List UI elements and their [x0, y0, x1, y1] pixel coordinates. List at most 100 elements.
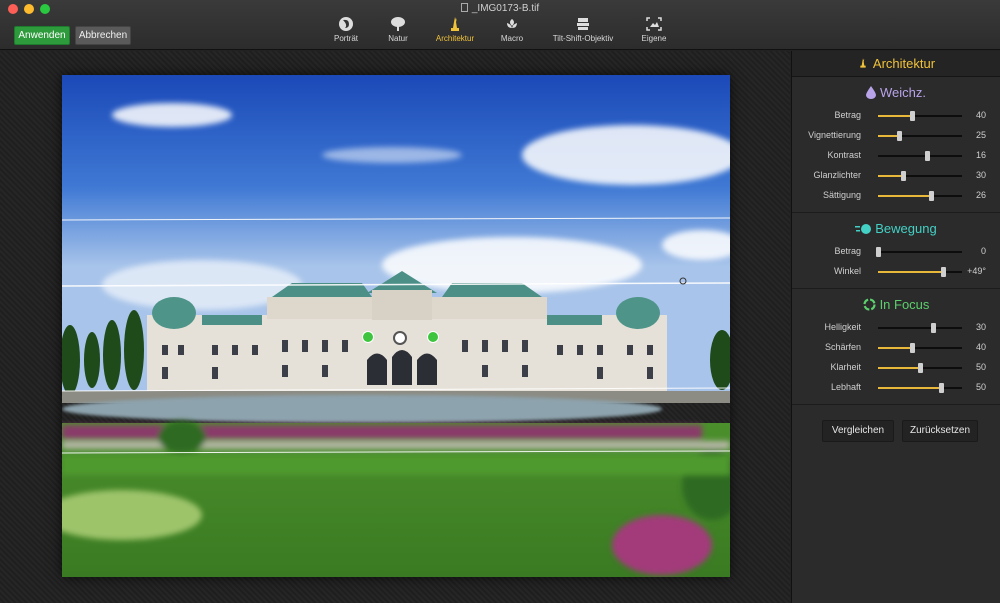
mode-label: Eigene — [641, 34, 667, 43]
slider-row: Klarheit 50 — [792, 358, 1000, 378]
custom-frame-icon — [646, 17, 662, 31]
slider-row: Glanzlichter 30 — [792, 166, 1000, 186]
slider-fill — [878, 367, 920, 369]
mode-macro[interactable]: Macro — [499, 16, 525, 43]
slider-thumb[interactable] — [939, 383, 944, 393]
reset-button[interactable]: Zurücksetzen — [902, 420, 978, 442]
slider-fill — [878, 135, 899, 137]
slider-thumb[interactable] — [918, 363, 923, 373]
mode-nature[interactable]: Natur — [385, 16, 411, 43]
panel-buttons: Vergleichen Zurücksetzen — [792, 405, 1000, 455]
slider-track[interactable] — [878, 363, 962, 373]
slider-thumb[interactable] — [876, 247, 881, 257]
slider-thumb[interactable] — [940, 267, 946, 277]
slider-value: 40 — [975, 110, 986, 120]
slider-row: Schärfen 40 — [792, 338, 1000, 358]
slider-value: 30 — [975, 322, 986, 332]
slider-thumb[interactable] — [901, 171, 907, 181]
slider-track[interactable] — [878, 131, 962, 141]
slider-row: Winkel +49° — [792, 262, 1000, 282]
mode-tilt-shift[interactable]: Tilt-Shift-Objektiv — [547, 16, 619, 43]
mode-architecture[interactable]: Architektur — [432, 16, 478, 43]
statue-icon — [451, 17, 459, 31]
mode-custom[interactable]: Eigene — [639, 16, 669, 43]
slider-label: Kontrast — [827, 150, 861, 160]
slider-label: Vignettierung — [808, 130, 861, 140]
panel-title-text: Architektur — [872, 56, 936, 71]
slider-label: Betrag — [834, 246, 861, 256]
mode-label: Macro — [500, 34, 524, 43]
slider-row: Sättigung 26 — [792, 186, 1000, 206]
slider-track[interactable] — [878, 191, 962, 201]
slider-label: Schärfen — [824, 342, 861, 352]
slider-track[interactable] — [878, 383, 962, 393]
slider-value: 0 — [980, 246, 986, 256]
mode-label: Natur — [388, 34, 408, 43]
slider-value: 16 — [975, 150, 986, 160]
slider-track[interactable] — [878, 111, 962, 121]
app-window: _IMG0173-B.tif Anwenden Abbrechen Porträ… — [0, 0, 1000, 603]
focus-icon — [862, 298, 876, 311]
section-title: Weichz. — [792, 85, 1000, 100]
slider-fill — [878, 387, 941, 389]
slider-row: Kontrast 16 — [792, 146, 1000, 166]
section-in-focus: In Focus Helligkeit 30 Schärfen 40 Klarheit 5… — [792, 289, 1000, 405]
slider-track[interactable] — [878, 151, 962, 161]
slider-track[interactable] — [878, 267, 962, 277]
slider-track[interactable] — [878, 323, 962, 333]
flower-icon — [507, 19, 517, 28]
section-title: Bewegung — [792, 221, 1000, 236]
slider-fill — [878, 195, 931, 197]
photo-preview[interactable] — [62, 75, 730, 577]
document-title-text: _IMG0173-B.tif — [471, 3, 540, 14]
slider-label: Winkel — [833, 266, 861, 276]
section-title-text: Weichz. — [880, 85, 926, 100]
slider-track[interactable] — [878, 171, 962, 181]
slider-value: 50 — [975, 362, 986, 372]
section-title-text: In Focus — [879, 297, 930, 312]
slider-fill — [878, 115, 912, 117]
slider-thumb[interactable] — [930, 323, 936, 333]
focus-handle-left[interactable] — [362, 331, 374, 343]
slider-thumb[interactable] — [928, 191, 934, 201]
slider-group: Betrag 40 Vignettierung 25 Kontrast 16 Glanzli… — [792, 106, 1000, 206]
slider-value: 50 — [975, 382, 986, 392]
portrait-icon — [339, 17, 353, 31]
mode-label: Tilt-Shift-Objektiv — [552, 34, 614, 43]
slider-value: +49° — [967, 266, 986, 276]
motion-icon — [855, 224, 872, 234]
slider-thumb[interactable] — [924, 151, 930, 161]
slider-label: Betrag — [834, 110, 861, 120]
slider-thumb[interactable] — [897, 131, 902, 141]
slider-row: Lebhaft 50 — [792, 378, 1000, 398]
section-motion: Bewegung Betrag 0 Winkel +49° — [792, 213, 1000, 289]
slider-row: Helligkeit 30 — [792, 318, 1000, 338]
adjustment-panel: Architektur Weichz. Betrag 40 Vignettierun… — [791, 51, 1000, 603]
focus-handle-right[interactable] — [427, 331, 439, 343]
compare-button[interactable]: Vergleichen — [822, 420, 894, 442]
slider-group: Helligkeit 30 Schärfen 40 Klarheit 50 Lebhaft 5… — [792, 318, 1000, 398]
slider-row: Vignettierung 25 — [792, 126, 1000, 146]
statue-icon — [860, 58, 866, 68]
slider-thumb[interactable] — [909, 343, 915, 353]
slider-thumb[interactable] — [909, 111, 915, 121]
rotate-handle[interactable] — [393, 331, 407, 345]
slider-fill — [878, 271, 943, 273]
slider-label: Klarheit — [830, 362, 861, 372]
slider-value: 40 — [975, 342, 986, 352]
slider-label: Sättigung — [822, 190, 861, 200]
slider-row: Betrag 0 — [792, 242, 1000, 262]
slider-fill — [878, 347, 912, 349]
section-title: In Focus — [792, 297, 1000, 312]
mode-portrait[interactable]: Porträt — [330, 16, 362, 43]
slider-track[interactable] — [876, 247, 962, 257]
slider-value: 30 — [975, 170, 986, 180]
document-title: _IMG0173-B.tif — [0, 3, 1000, 14]
slider-value: 25 — [975, 130, 986, 140]
document-icon — [460, 3, 468, 12]
section-soften: Weichz. Betrag 40 Vignettierung 25 Kontrast 1… — [792, 77, 1000, 213]
slider-value: 26 — [975, 190, 986, 200]
slider-label: Lebhaft — [830, 382, 861, 392]
slider-track[interactable] — [878, 343, 962, 353]
mode-toolbar: Porträt Natur Architektur Macro Tilt-Shi… — [0, 16, 1000, 48]
